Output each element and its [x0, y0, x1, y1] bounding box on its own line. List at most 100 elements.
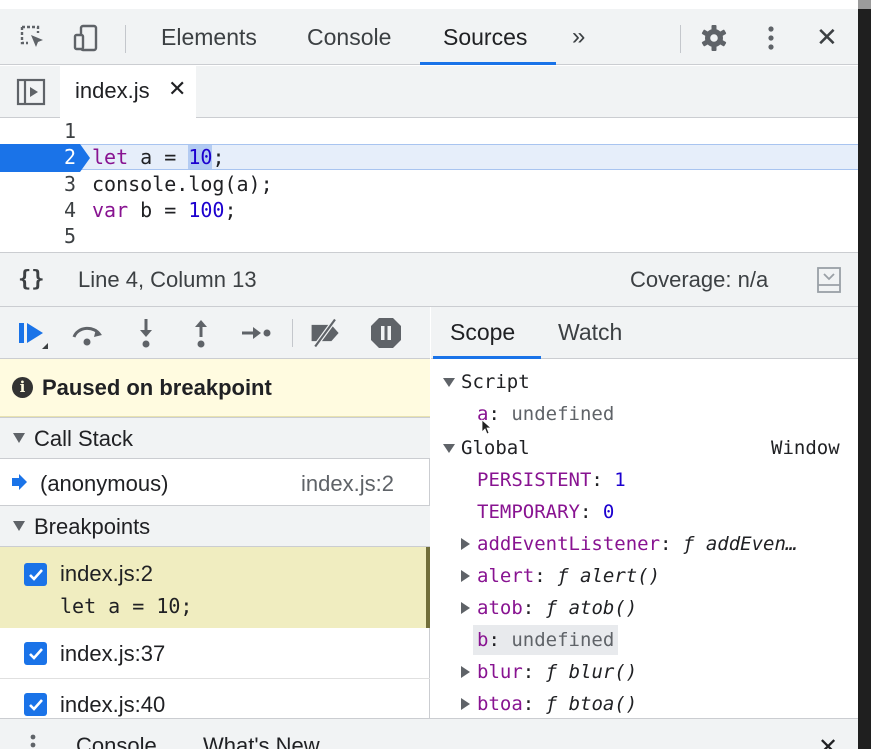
scope-variable[interactable]: a: undefined [431, 399, 858, 435]
scope-variable[interactable]: TEMPORARY: 0 [431, 497, 858, 527]
scope-section-global[interactable]: Global Window [431, 433, 858, 463]
close-devtools-button[interactable]: ✕ [816, 9, 838, 65]
breakpoint-checkbox[interactable] [24, 642, 47, 665]
close-drawer-button[interactable]: ✕ [818, 733, 838, 749]
scope-variable[interactable]: b: undefined [431, 625, 858, 655]
line-number[interactable]: 4 [0, 197, 82, 223]
breakpoints-header[interactable]: Breakpoints [0, 505, 430, 547]
toolbar-divider [680, 25, 681, 53]
resume-icon[interactable] [14, 315, 50, 351]
scope-section-label: Global [461, 437, 530, 459]
more-options-icon[interactable] [754, 21, 788, 55]
scope-panel: Scope Watch Script a: undefined Global W… [431, 307, 858, 749]
pause-on-exceptions-icon[interactable] [368, 315, 404, 351]
breakpoint-label: index.js:2 [60, 561, 153, 586]
variable-value: btoa() [568, 693, 638, 715]
close-file-tab-icon[interactable]: ✕ [168, 76, 186, 102]
scope-variable[interactable]: alert: ƒ alert() [431, 561, 858, 591]
chevron-right-icon[interactable] [461, 602, 470, 614]
breakpoint-checkbox[interactable] [24, 563, 47, 586]
line-number[interactable]: 2 [0, 144, 82, 170]
window-right-edge [858, 9, 871, 749]
file-tab-bar: index.js ✕ [0, 66, 858, 118]
main-tab-bar: Elements Console Sources » ✕ [0, 9, 858, 65]
scope-tree: Script a: undefined Global Window PERSIS… [431, 359, 858, 749]
code-line[interactable]: 3 console.log(a); [0, 171, 858, 197]
tab-elements[interactable]: Elements [161, 9, 257, 65]
function-marker: ƒ [557, 565, 569, 587]
breakpoint-label: index.js:37 [60, 641, 166, 666]
breakpoint-checkbox[interactable] [24, 693, 47, 716]
file-tab-label: index.js [75, 78, 150, 103]
variable-name: blur [477, 661, 523, 683]
debugger-toolbar [0, 307, 430, 359]
code-editor[interactable]: 1 2 let a = 10; 3 console.log(a); 4 var … [0, 118, 858, 252]
deactivate-breakpoints-icon[interactable] [308, 315, 344, 351]
gear-icon[interactable] [697, 21, 731, 55]
chevron-right-icon[interactable] [461, 698, 470, 710]
chevron-down-icon [13, 521, 25, 531]
variable-value: undefined [511, 403, 615, 425]
variable-name: alert [477, 565, 535, 587]
chevron-right-icon[interactable] [461, 666, 470, 678]
variable-value: blur() [568, 661, 638, 683]
line-number[interactable]: 3 [0, 171, 82, 197]
tab-watch[interactable]: Watch [558, 319, 622, 346]
toggle-drawer-icon[interactable] [812, 263, 846, 297]
call-frame[interactable]: (anonymous) index.js:2 [0, 459, 430, 505]
code-line-current[interactable]: 2 let a = 10; [0, 144, 858, 172]
line-number[interactable]: 1 [0, 118, 82, 144]
tab-sources[interactable]: Sources [443, 9, 527, 65]
paused-message: Paused on breakpoint [42, 375, 272, 400]
chevron-down-icon [443, 378, 455, 387]
code-text: console.log(a); [92, 172, 273, 196]
drawer-menu-icon[interactable] [28, 733, 38, 749]
scope-variable[interactable]: btoa: ƒ btoa() [431, 689, 858, 719]
variable-value: 0 [602, 501, 615, 523]
active-tab-indicator [420, 62, 556, 65]
breakpoint-item[interactable]: index.js:2 let a = 10; [0, 547, 430, 628]
step-out-icon[interactable] [183, 315, 219, 351]
code-line[interactable]: 1 [0, 118, 858, 144]
code-line[interactable]: 4 var b = 100; [0, 197, 858, 223]
toggle-navigator-icon[interactable] [14, 75, 48, 109]
breakpoint-label: index.js:40 [60, 692, 166, 717]
code-line[interactable]: 5 [0, 223, 858, 249]
chevron-down-icon [13, 433, 25, 443]
call-stack-header[interactable]: Call Stack [0, 417, 430, 459]
current-frame-arrow-icon [10, 473, 28, 491]
step-into-icon[interactable] [128, 315, 164, 351]
tab-console[interactable]: Console [307, 9, 391, 65]
more-tabs-button[interactable]: » [572, 9, 585, 65]
chevron-right-icon[interactable] [461, 570, 470, 582]
coverage-status: Coverage: n/a [630, 267, 769, 292]
function-marker: ƒ [545, 597, 558, 619]
call-stack-title: Call Stack [34, 426, 134, 451]
chevron-right-icon[interactable] [461, 538, 470, 550]
step-over-icon[interactable] [70, 315, 106, 351]
toolbar-divider [125, 25, 126, 53]
breakpoint-code: let a = 10; [60, 594, 193, 618]
tab-scope[interactable]: Scope [450, 319, 515, 346]
variable-name: PERSISTENT [477, 469, 592, 491]
scope-variable[interactable]: atob: ƒ atob() [431, 593, 858, 623]
drawer-tab-console[interactable]: Console [76, 733, 157, 749]
variable-name: b [477, 629, 489, 651]
call-frame-location[interactable]: index.js:2 [301, 471, 394, 497]
step-icon[interactable] [238, 315, 274, 351]
variable-value: addEven… [705, 533, 798, 555]
pretty-print-button[interactable]: {} [18, 267, 45, 292]
line-number[interactable]: 5 [0, 223, 82, 249]
device-toolbar-icon[interactable] [70, 21, 104, 55]
scope-section-script[interactable]: Script [431, 367, 858, 397]
scope-variable[interactable]: PERSISTENT: 1 [431, 465, 858, 495]
devtools-window: Elements Console Sources » ✕ index.js ✕ … [0, 0, 858, 749]
drawer-tab-whats-new[interactable]: What's New [203, 733, 320, 749]
scope-variable[interactable]: blur: ƒ blur() [431, 657, 858, 687]
scope-section-label: Script [461, 371, 530, 393]
info-icon: i [12, 377, 33, 398]
inspect-element-icon[interactable] [16, 21, 50, 55]
breakpoint-item[interactable]: index.js:37 [0, 629, 430, 679]
scope-variable[interactable]: addEventListener: ƒ addEven… [431, 529, 858, 559]
chevron-down-icon [443, 444, 455, 453]
